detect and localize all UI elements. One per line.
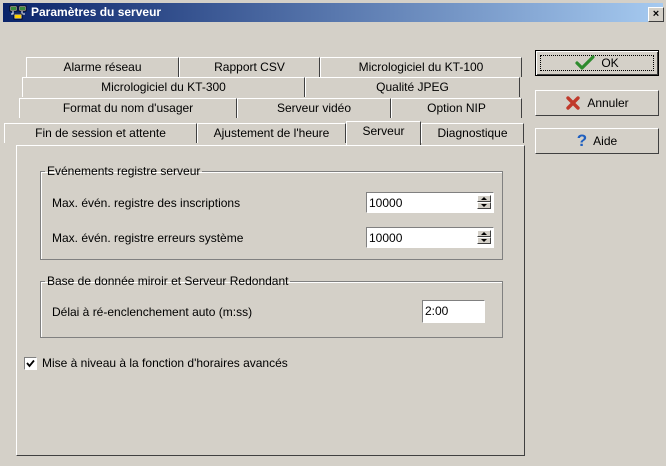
help-label: Aide [593,134,618,148]
max-inscriptions-spinner[interactable] [366,192,494,213]
spin-buttons [477,195,491,210]
tab-label: Ajustement de l'heure [213,126,330,140]
tab-label: Qualité JPEG [376,80,449,94]
server-settings-icon [9,5,27,20]
tab-serveur[interactable]: Serveur [346,121,421,145]
tab-alarme-reseau[interactable]: Alarme réseau [26,57,179,77]
spin-down-icon[interactable] [477,237,491,244]
ok-button-content: OK [536,51,658,75]
tab-label: Alarme réseau [63,60,142,74]
max-inscriptions-label: Max. évén. registre des inscriptions [52,196,241,210]
tab-rapport-csv[interactable]: Rapport CSV [179,57,320,77]
tab-label: Serveur [362,124,405,138]
tab-label: Rapport CSV [214,60,285,74]
dialog-window: Paramètres du serveur × Alarme réseau Ra… [0,0,666,466]
advanced-schedule-checkbox[interactable] [24,357,37,370]
tab-format-nom-usager[interactable]: Format du nom d'usager [19,98,237,118]
tab-option-nip[interactable]: Option NIP [391,98,522,118]
cancel-x-icon [566,96,581,110]
ok-label: OK [601,56,619,70]
delay-label: Délai à ré-enclenchement auto (m:ss) [52,305,253,319]
checkmark-icon [26,359,35,368]
help-button[interactable]: ? Aide [535,128,659,154]
spin-buttons [477,230,491,245]
tab-label: Serveur vidéo [276,101,352,115]
tab-label: Diagnostique [437,126,508,140]
tab-serveur-video[interactable]: Serveur vidéo [237,98,391,118]
close-icon: × [652,8,660,20]
spin-up-icon[interactable] [477,230,491,237]
cancel-label: Annuler [587,96,629,110]
tab-label: Option NIP [427,101,486,115]
tab-ajustement-heure[interactable]: Ajustement de l'heure [197,123,346,143]
tab-diagnostique[interactable]: Diagnostique [421,123,524,143]
max-inscriptions-input[interactable] [369,195,459,210]
tab-micrologiciel-kt300[interactable]: Micrologiciel du KT-300 [22,77,305,97]
mirror-group-legend: Base de donnée miroir et Serveur Redonda… [47,274,289,288]
help-icon: ? [576,131,588,150]
spin-up-icon[interactable] [477,195,491,202]
advanced-schedule-label: Mise à niveau à la fonction d'horaires a… [42,356,288,370]
ok-button[interactable]: OK [535,50,659,76]
tab-qualite-jpeg[interactable]: Qualité JPEG [305,77,520,97]
help-button-content: ? Aide [536,129,658,153]
max-erreurs-label: Max. évén. registre erreurs système [52,231,244,245]
tab-label: Format du nom d'usager [62,101,194,115]
checkmark-icon [575,55,595,70]
delay-field[interactable] [422,300,515,323]
title-bar[interactable]: Paramètres du serveur × [3,3,664,22]
max-erreurs-input[interactable] [369,230,459,245]
tab-micrologiciel-kt100[interactable]: Micrologiciel du KT-100 [320,57,522,77]
tab-label: Micrologiciel du KT-300 [101,80,226,94]
window-title: Paramètres du serveur [31,5,162,19]
spin-down-icon[interactable] [477,202,491,209]
delay-input[interactable] [425,303,515,318]
cancel-button[interactable]: Annuler [535,90,659,116]
events-group-legend: Evénements registre serveur [47,164,201,178]
tab-label: Fin de session et attente [35,126,166,140]
tab-label: Micrologiciel du KT-100 [358,60,484,74]
cancel-button-content: Annuler [536,91,658,115]
close-button[interactable]: × [648,7,664,22]
max-erreurs-spinner[interactable] [366,227,494,248]
tab-fin-session-attente[interactable]: Fin de session et attente [4,123,197,143]
